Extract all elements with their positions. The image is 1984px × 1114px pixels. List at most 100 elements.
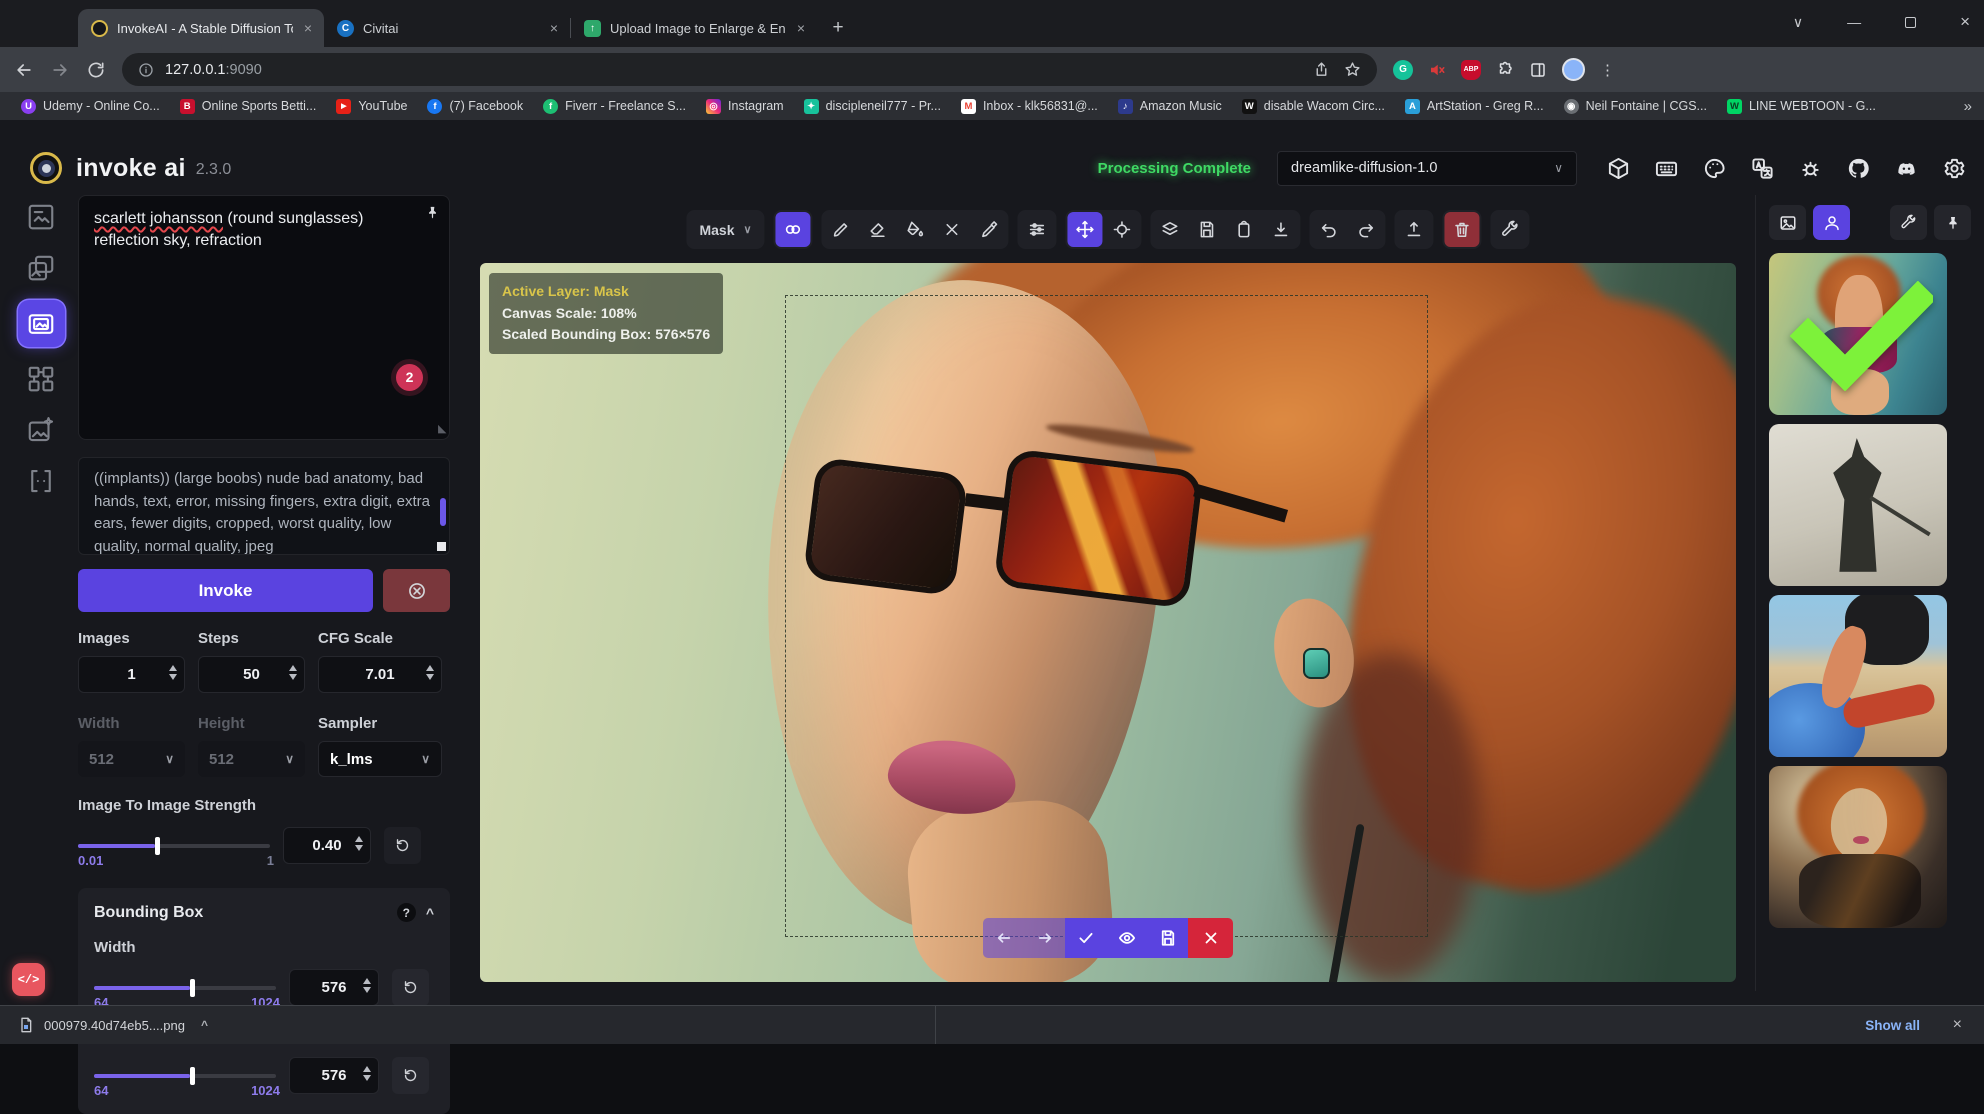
bookmark-fiverr[interactable]: fFiverr - Freelance S... [534,96,695,117]
save-to-gallery-button[interactable] [1190,212,1225,247]
clear-mask-button[interactable] [935,212,970,247]
console-toggle-button[interactable]: </> [12,963,45,996]
gallery-images-toggle[interactable] [1769,205,1806,240]
brush-tool-button[interactable] [824,212,859,247]
discard-image-button[interactable] [1188,918,1233,958]
strength-input[interactable]: 0.40 [283,827,371,864]
tool-options-button[interactable] [1020,212,1055,247]
show-hide-image-button[interactable] [1106,918,1147,958]
strength-reset-button[interactable] [384,827,421,864]
tab-nodes[interactable] [22,360,60,398]
bookmarks-overflow-icon[interactable]: » [1964,98,1972,115]
window-minimize-button[interactable]: — [1847,14,1861,30]
forward-button[interactable] [50,60,70,80]
scrollbar-thumb[interactable] [440,498,446,526]
sampler-select[interactable]: k_lms∨ [318,741,442,777]
window-close-button[interactable]: × [1960,12,1970,32]
canvas-image[interactable]: Active Layer: Mask Canvas Scale: 108% Sc… [480,263,1736,982]
copy-to-clipboard-button[interactable] [1227,212,1262,247]
stepper[interactable] [363,1066,371,1081]
cfg-input[interactable]: 7.01 [318,656,442,693]
site-info-icon[interactable] [138,62,154,78]
prompt-input[interactable]: scarlett johansson (round sunglasses) re… [78,195,450,440]
grammarly-extension-icon[interactable]: G [1393,60,1413,80]
reload-button[interactable] [86,60,106,80]
bbox-width-reset-button[interactable] [392,969,429,1006]
move-tool-button[interactable] [1068,212,1103,247]
tab-post-processing[interactable] [22,411,60,449]
downloads-close-icon[interactable]: × [1953,1016,1962,1034]
window-restore-button[interactable] [1905,17,1916,28]
eraser-tool-button[interactable] [861,212,896,247]
steps-input[interactable]: 50 [198,656,305,693]
bookmark-udemy[interactable]: UUdemy - Online Co... [12,96,169,117]
tab-search-icon[interactable]: ∨ [1793,14,1803,31]
cancel-button[interactable] [383,569,450,612]
bbox-width-input[interactable]: 576 [289,969,379,1006]
github-icon[interactable] [1847,157,1870,180]
layer-select[interactable]: Mask ∨ [686,210,764,249]
images-input[interactable]: 1 [78,656,185,693]
tab-unified-canvas[interactable] [18,300,65,347]
download-menu-caret[interactable]: ^ [201,1018,208,1032]
reading-mode-icon[interactable] [1529,61,1547,79]
stepper[interactable] [289,665,297,680]
bookmark-wacom[interactable]: Wdisable Wacom Circ... [1233,96,1394,117]
bookmark-amazon-music[interactable]: ♪Amazon Music [1109,96,1231,117]
undo-button[interactable] [1312,212,1347,247]
gallery-thumbnail-selected[interactable] [1769,253,1947,415]
extensions-puzzle-icon[interactable] [1496,61,1514,79]
tab-civitai[interactable]: C Civitai × [324,9,570,47]
negative-prompt-input[interactable]: ((implants)) (large boobs) nude bad anat… [78,457,450,555]
bookmark-neil-fontaine[interactable]: ◉Neil Fontaine | CGS... [1555,96,1716,117]
back-button[interactable] [14,60,34,80]
bbox-width-slider[interactable]: 64 1024 [94,986,276,990]
gallery-pin-button[interactable] [1934,205,1971,240]
bookmark-inbox[interactable]: MInbox - klk56831@... [952,96,1107,117]
tab-training[interactable] [22,462,60,500]
height-select[interactable]: 512∨ [198,741,305,777]
gallery-thumbnail[interactable] [1769,595,1947,757]
bookmark-youtube[interactable]: ▶YouTube [327,96,416,117]
help-icon[interactable]: ? [397,903,416,922]
accept-image-button[interactable] [1065,918,1106,958]
gallery-results-toggle[interactable] [1813,205,1850,240]
discord-icon[interactable] [1895,157,1918,180]
upload-button[interactable] [1397,212,1432,247]
show-all-downloads-link[interactable]: Show all [1865,1018,1920,1033]
reset-view-button[interactable] [1105,212,1140,247]
stepper[interactable] [355,836,363,851]
previous-image-button[interactable] [983,918,1024,958]
clear-canvas-button[interactable] [1445,212,1480,247]
adblock-plus-icon[interactable]: ABP [1461,60,1481,80]
next-image-button[interactable] [1024,918,1065,958]
bookmark-facebook[interactable]: f(7) Facebook [418,96,532,117]
gallery-settings-button[interactable] [1890,205,1927,240]
canvas-settings-button[interactable] [1493,212,1528,247]
model-select[interactable]: dreamlike-diffusion-1.0 ∨ [1277,151,1577,186]
download-image-button[interactable] [1264,212,1299,247]
color-picker-button[interactable] [972,212,1007,247]
tab-close-icon[interactable]: × [795,20,807,36]
save-staged-image-button[interactable] [1147,918,1188,958]
theme-palette-icon[interactable] [1703,157,1726,180]
download-item[interactable]: 000979.40d74eb5....png ^ [18,1017,208,1033]
pin-icon[interactable] [425,205,440,227]
model-manager-icon[interactable] [1607,157,1630,180]
tab-upload-image[interactable]: ↑ Upload Image to Enlarge & Enha... × [571,9,817,47]
share-icon[interactable] [1313,61,1330,78]
bbox-height-reset-button[interactable] [392,1057,429,1094]
tab-close-icon[interactable]: × [302,20,314,36]
bookmark-artstation[interactable]: AArtStation - Greg R... [1396,96,1553,117]
bookmark-star-icon[interactable] [1344,61,1361,78]
bookmark-webtoon[interactable]: WLINE WEBTOON - G... [1718,96,1885,117]
bookmark-sports[interactable]: BOnline Sports Betti... [171,96,326,117]
resize-handle-icon[interactable]: ◢ [438,422,446,437]
speaker-extension-icon[interactable] [1428,61,1446,79]
bug-report-icon[interactable] [1799,157,1822,180]
bookmark-instagram[interactable]: ◎Instagram [697,96,793,117]
invoke-button[interactable]: Invoke [78,569,373,612]
merge-visible-button[interactable] [1153,212,1188,247]
redo-button[interactable] [1349,212,1384,247]
stepper[interactable] [363,978,371,993]
